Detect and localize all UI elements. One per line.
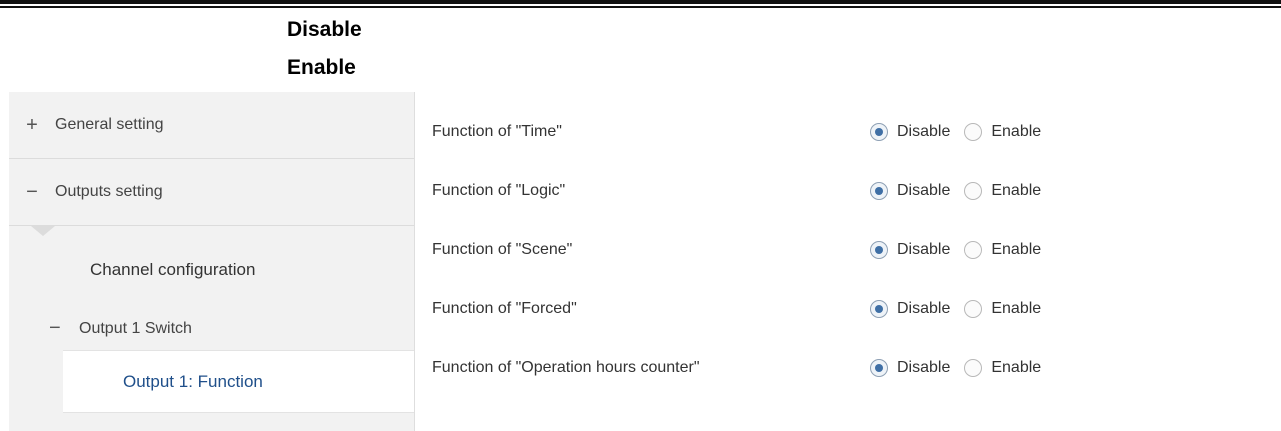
- radio-checked-icon[interactable]: [870, 123, 888, 141]
- collapse-icon[interactable]: −: [49, 317, 79, 340]
- collapse-icon[interactable]: −: [9, 181, 55, 204]
- radio-checked-icon[interactable]: [870, 300, 888, 318]
- legend-enable: Enable: [287, 56, 356, 79]
- radio-unchecked-icon[interactable]: [964, 123, 983, 141]
- sidebar: + General setting − Outputs setting Chan…: [9, 92, 415, 431]
- radio-checked-icon[interactable]: [870, 182, 888, 200]
- radio-unchecked-icon[interactable]: [964, 182, 983, 200]
- radio-label: Disable: [897, 241, 951, 258]
- radio-label: Enable: [991, 123, 1042, 140]
- radio-disable[interactable]: Disable: [870, 182, 950, 200]
- radio-label: Enable: [991, 359, 1042, 376]
- radio-disable[interactable]: Disable: [870, 123, 950, 141]
- radio-label: Disable: [897, 182, 951, 199]
- radio-enable[interactable]: Enable: [964, 182, 1041, 200]
- param-row-logic: Function of "Logic" Disable Enable: [432, 177, 1055, 205]
- radio-disable[interactable]: Disable: [870, 241, 950, 259]
- sidebar-item-output-1-switch[interactable]: − Output 1 Switch: [49, 317, 192, 340]
- radio-unchecked-icon[interactable]: [964, 359, 983, 377]
- radio-enable[interactable]: Enable: [964, 359, 1041, 377]
- radio-checked-icon[interactable]: [870, 241, 888, 259]
- param-label: Function of "Logic": [432, 182, 566, 199]
- param-label: Function of "Forced": [432, 300, 577, 317]
- sidebar-item-general-setting[interactable]: + General setting: [9, 92, 414, 159]
- radio-label: Enable: [991, 182, 1042, 199]
- radio-label: Enable: [991, 300, 1042, 317]
- radio-unchecked-icon[interactable]: [964, 300, 983, 318]
- parameter-list: Function of "Time" Disable Enable Functi…: [414, 92, 1281, 431]
- sidebar-item-outputs-setting[interactable]: − Outputs setting: [9, 159, 414, 226]
- param-row-scene: Function of "Scene" Disable Enable: [432, 236, 1055, 264]
- settings-panel: + General setting − Outputs setting Chan…: [9, 92, 1281, 431]
- radio-label: Disable: [897, 300, 951, 317]
- sidebar-item-label: Output 1: Function: [123, 371, 263, 391]
- legend-disable: Disable: [287, 18, 362, 41]
- radio-disable[interactable]: Disable: [870, 300, 950, 318]
- radio-label: Disable: [897, 123, 951, 140]
- radio-checked-icon[interactable]: [870, 359, 888, 377]
- radio-enable[interactable]: Enable: [964, 123, 1041, 141]
- top-rule-thin: [0, 6, 1281, 8]
- expand-icon[interactable]: +: [9, 114, 55, 137]
- top-rule: [0, 0, 1281, 4]
- sidebar-item-channel-configuration[interactable]: Channel configuration: [90, 260, 255, 280]
- sidebar-item-label: General setting: [55, 116, 164, 133]
- tree-notch-icon: [31, 226, 55, 236]
- param-label: Function of "Time": [432, 123, 562, 140]
- param-label: Function of "Operation hours counter": [432, 359, 700, 376]
- radio-enable[interactable]: Enable: [964, 300, 1041, 318]
- param-row-forced: Function of "Forced" Disable Enable: [432, 295, 1055, 323]
- param-row-operation-hours-counter: Function of "Operation hours counter" Di…: [432, 354, 1055, 382]
- sidebar-item-output-1-function[interactable]: Output 1: Function: [63, 350, 414, 413]
- radio-label: Disable: [897, 359, 951, 376]
- sidebar-item-label: Output 1 Switch: [79, 319, 192, 337]
- param-row-time: Function of "Time" Disable Enable: [432, 118, 1055, 146]
- radio-enable[interactable]: Enable: [964, 241, 1041, 259]
- sidebar-item-label: Outputs setting: [55, 183, 163, 200]
- radio-disable[interactable]: Disable: [870, 359, 950, 377]
- radio-label: Enable: [991, 241, 1042, 258]
- radio-unchecked-icon[interactable]: [964, 241, 983, 259]
- param-label: Function of "Scene": [432, 241, 573, 258]
